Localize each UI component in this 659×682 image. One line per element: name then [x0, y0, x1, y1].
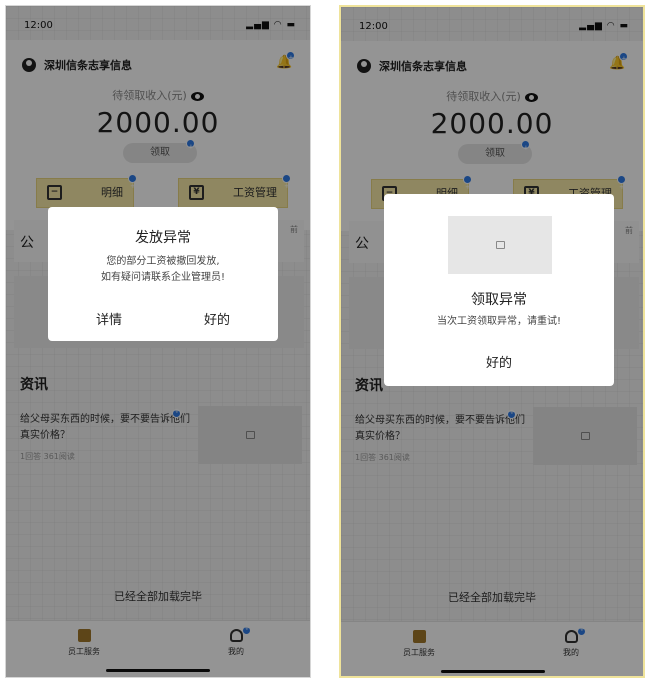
details-button[interactable]: 详情 [96, 309, 122, 328]
dialog-message: 您的部分工资被撤回发放, 如有疑问请联系企业管理员! [100, 256, 225, 283]
dialog-title: 发放异常 [135, 230, 191, 246]
image-placeholder-icon [496, 241, 505, 249]
ok-button[interactable]: 好的 [204, 309, 230, 328]
issue-dialog: 发放异常 您的部分工资被撤回发放, 如有疑问请联系企业管理员! 详情 好的 [48, 207, 278, 341]
phone-screen-left: 12:00 ▂▄▆ ◠ ▬ 深圳信条志享信息 🔔 待领取收入(元) 2000.0… [5, 5, 311, 678]
dialog-message: 当次工资领取异常，请重试! [436, 316, 561, 327]
ok-button[interactable]: 好的 [384, 352, 614, 371]
phone-screen-right: 12:00 ▂▄▆ ◠ ▬ 深圳信条志享信息 🔔 待领取收入(元) 2000.0… [339, 5, 645, 678]
dialog-title: 领取异常 [471, 292, 527, 308]
modal-overlay[interactable] [6, 6, 310, 677]
dialog-illustration [448, 216, 552, 274]
claim-error-dialog: 领取异常 当次工资领取异常，请重试! 好的 [384, 194, 614, 386]
